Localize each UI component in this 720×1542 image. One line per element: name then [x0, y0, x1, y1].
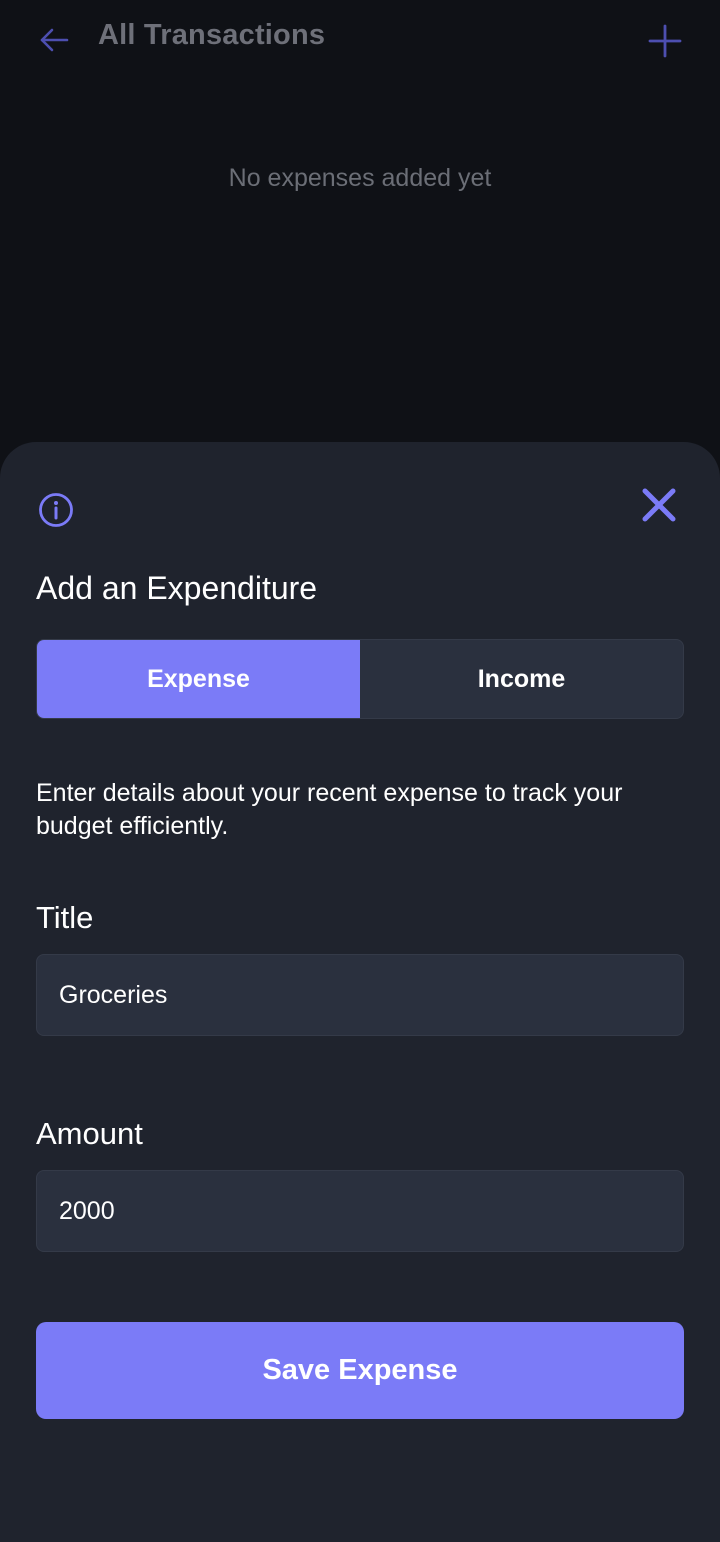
- tab-expense[interactable]: Expense: [37, 640, 360, 718]
- save-expense-button[interactable]: Save Expense: [36, 1322, 684, 1419]
- arrow-left-icon[interactable]: [38, 26, 70, 54]
- plus-icon[interactable]: [648, 24, 682, 58]
- empty-state-message: No expenses added yet: [228, 164, 492, 192]
- title-label: Title: [36, 900, 94, 935]
- close-icon[interactable]: [640, 486, 678, 524]
- title-input[interactable]: [36, 954, 684, 1036]
- tab-income[interactable]: Income: [360, 640, 683, 718]
- info-icon[interactable]: [38, 492, 74, 528]
- sheet-description: Enter details about your recent expense …: [36, 779, 623, 840]
- sheet-title: Add an Expenditure: [36, 570, 318, 606]
- app-header: All Transactions: [0, 0, 720, 80]
- amount-label: Amount: [36, 1116, 143, 1151]
- amount-input[interactable]: [36, 1170, 684, 1252]
- type-segmented-control: Expense Income: [36, 639, 684, 719]
- page-title: All Transactions: [98, 19, 326, 51]
- add-expenditure-sheet: Add an Expenditure Expense Income Enter …: [0, 442, 720, 1542]
